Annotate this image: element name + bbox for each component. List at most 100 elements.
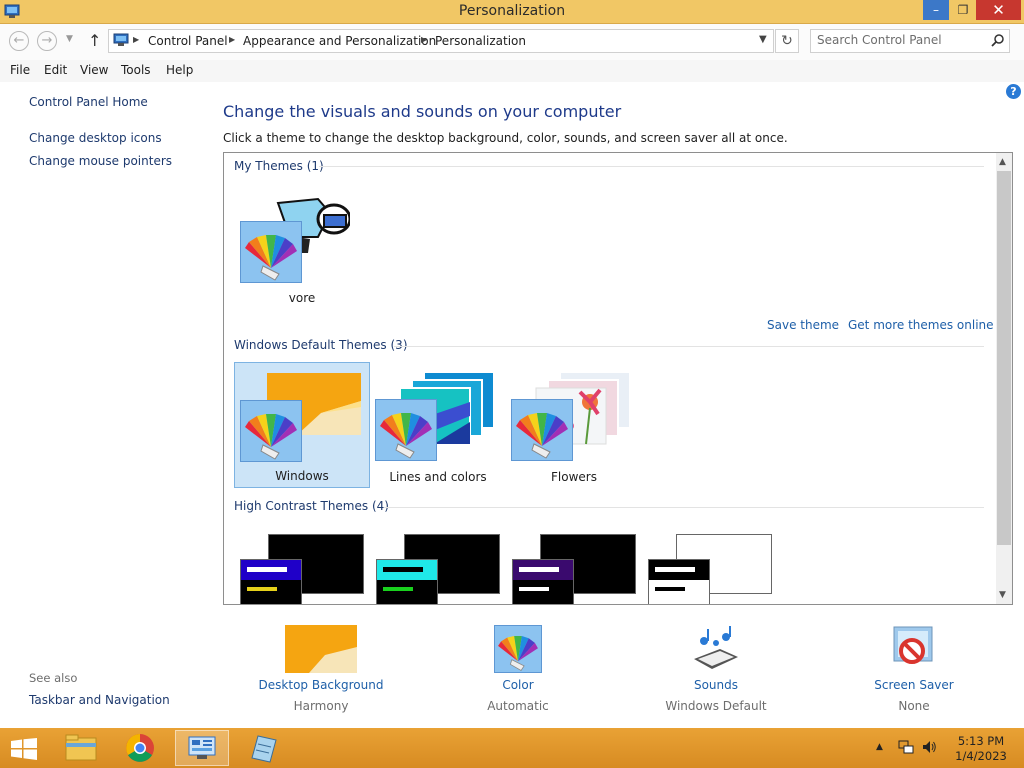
theme-palette-icon [240,221,302,283]
minimize-button[interactable]: – [923,0,949,20]
network-icon[interactable] [898,739,914,755]
theme-high-contrast-white[interactable] [642,529,778,604]
theme-high-contrast-1[interactable] [234,529,370,604]
arrow-left-icon: ← [13,33,25,48]
breadcrumb-separator-icon: ▶ [421,35,428,44]
theme-name: Lines and colors [389,470,487,484]
clock-date: 1/4/2023 [955,749,1007,763]
theme-list[interactable]: My Themes (1) vore Save theme Get more t… [223,152,1013,605]
desktop-background-value: Harmony [293,699,349,713]
menu-help[interactable]: Help [166,63,193,77]
theme-lines-and-colors[interactable]: Lines and colors [370,362,506,488]
back-button[interactable]: ← [9,31,29,51]
my-themes-header: My Themes (1) [234,159,324,173]
menu-tools[interactable]: Tools [121,63,151,77]
screen-saver-setting[interactable]: Screen Saver None [864,625,964,713]
scroll-down-icon[interactable]: ▼ [999,590,1006,600]
save-theme-link[interactable]: Save theme [767,318,839,332]
menu-file[interactable]: File [10,63,30,77]
folder-icon [65,734,97,761]
search-box[interactable] [810,29,1010,53]
chevron-down-icon: ▼ [66,34,73,44]
desktop-background-setting[interactable]: Desktop Background Harmony [241,625,401,713]
color-value: Automatic [487,699,549,713]
arrow-right-icon: → [41,33,53,48]
control-panel-home-link[interactable]: Control Panel Home [29,95,148,109]
menu-view[interactable]: View [80,63,108,77]
notepad-icon [251,735,277,763]
help-icon[interactable]: ? [1006,84,1021,99]
taskbar-notepad[interactable] [236,730,290,766]
theme-palette-icon [512,559,574,604]
screen-saver-icon [893,626,933,664]
theme-vore[interactable]: vore [234,183,370,309]
taskbar-control-panel[interactable] [175,730,229,766]
theme-palette-icon [648,559,710,604]
breadcrumb-appearance[interactable]: Appearance and Personalization [243,34,436,48]
theme-name: vore [288,291,316,305]
theme-palette-icon [376,559,438,604]
screen-saver-title[interactable]: Screen Saver [864,678,964,692]
theme-palette-icon [375,399,437,461]
breadcrumb-control-panel[interactable]: Control Panel [148,34,228,48]
sounds-setting[interactable]: Sounds Windows Default [656,625,776,713]
taskbar: ▲ 5:13 PM 1/4/2023 [0,728,1024,768]
address-toolbar: ← → ▼ ↑ ▶ Control Panel ▶ Appearance and… [0,24,1024,60]
refresh-icon: ↻ [781,33,793,49]
menu-edit[interactable]: Edit [44,63,67,77]
recent-locations-button[interactable]: ▼ [66,34,73,44]
default-themes-header: Windows Default Themes (3) [234,338,408,352]
volume-icon[interactable] [921,739,937,755]
change-desktop-icons-link[interactable]: Change desktop icons [29,131,162,145]
theme-flowers[interactable]: Flowers [506,362,642,488]
arrow-up-icon: ↑ [88,31,102,50]
see-also-label: See also [29,671,78,685]
address-box[interactable]: ▶ Control Panel ▶ Appearance and Persona… [108,29,774,53]
theme-high-contrast-black[interactable] [506,529,642,604]
theme-windows[interactable]: Windows [234,362,370,488]
page-subtext: Click a theme to change the desktop back… [223,131,788,145]
desktop-background-title[interactable]: Desktop Background [241,678,401,692]
sounds-value: Windows Default [665,699,767,713]
taskbar-file-explorer[interactable] [54,730,108,766]
theme-list-scrollbar[interactable]: ▲ ▼ [996,153,1012,604]
high-contrast-header: High Contrast Themes (4) [234,499,389,513]
maximize-button[interactable]: ❐ [950,0,976,20]
color-setting[interactable]: Color Automatic [468,625,568,713]
breadcrumb-separator-icon: ▶ [133,35,140,44]
search-input[interactable] [817,33,977,47]
forward-button[interactable]: → [37,31,57,51]
clock[interactable]: 5:13 PM 1/4/2023 [950,734,1012,764]
taskbar-navigation-link[interactable]: Taskbar and Navigation [29,693,170,707]
breadcrumb-separator-icon: ▶ [229,35,236,44]
change-mouse-pointers-link[interactable]: Change mouse pointers [29,154,172,168]
theme-palette-icon [511,399,573,461]
group-divider [384,507,984,508]
title-bar[interactable]: Personalization – ❐ ✕ [0,0,1024,24]
address-dropdown-icon[interactable]: ▼ [759,34,767,45]
breadcrumb-personalization[interactable]: Personalization [435,34,526,48]
up-button[interactable]: ↑ [88,31,101,50]
search-icon[interactable] [991,33,1005,47]
color-title[interactable]: Color [468,678,568,692]
show-hidden-icons-button[interactable]: ▲ [876,742,883,752]
theme-name: Windows [275,469,329,483]
scrollbar-thumb[interactable] [997,171,1011,545]
theme-name: Flowers [551,470,597,484]
theme-high-contrast-2[interactable] [370,529,506,604]
window-title: Personalization [458,3,566,19]
taskbar-chrome[interactable] [113,730,167,766]
scroll-up-icon[interactable]: ▲ [999,157,1006,167]
windows-logo-icon[interactable] [10,738,38,760]
group-divider [319,166,984,167]
refresh-button[interactable]: ↻ [775,29,799,53]
screen-saver-value: None [898,699,930,713]
clock-time: 5:13 PM [957,734,1005,748]
sounds-title[interactable]: Sounds [656,678,776,692]
close-button[interactable]: ✕ [976,0,1021,20]
color-palette-icon [494,625,542,673]
theme-palette-icon [240,400,302,462]
control-panel-icon [188,736,216,759]
sounds-icon [694,626,738,669]
get-more-themes-link[interactable]: Get more themes online [848,318,994,332]
